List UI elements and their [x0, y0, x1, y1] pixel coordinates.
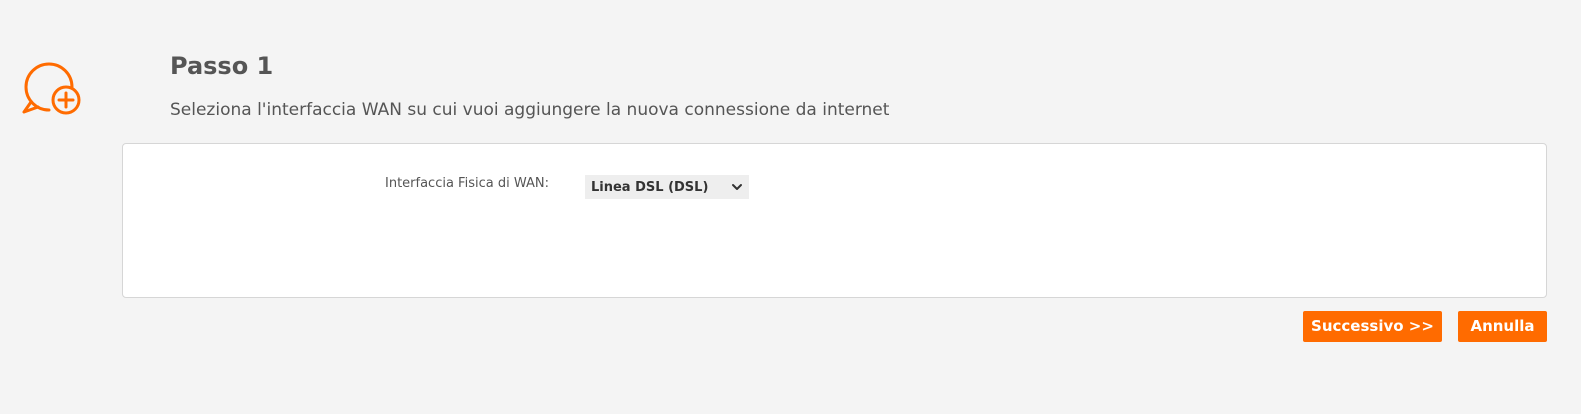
- chevron-down-icon: [732, 184, 742, 190]
- step-description: Seleziona l'interfaccia WAN su cui vuoi …: [170, 100, 890, 120]
- next-button[interactable]: Successivo >>: [1303, 311, 1442, 342]
- step-title: Passo 1: [170, 52, 274, 80]
- wan-interface-label: Interfaccia Fisica di WAN:: [385, 176, 549, 191]
- wan-interface-select[interactable]: Linea DSL (DSL): [585, 175, 749, 199]
- form-card: Interfaccia Fisica di WAN: Linea DSL (DS…: [122, 143, 1547, 298]
- add-connection-icon: [22, 60, 82, 116]
- cancel-button[interactable]: Annulla: [1458, 311, 1547, 342]
- wan-interface-selected-value: Linea DSL (DSL): [591, 179, 709, 195]
